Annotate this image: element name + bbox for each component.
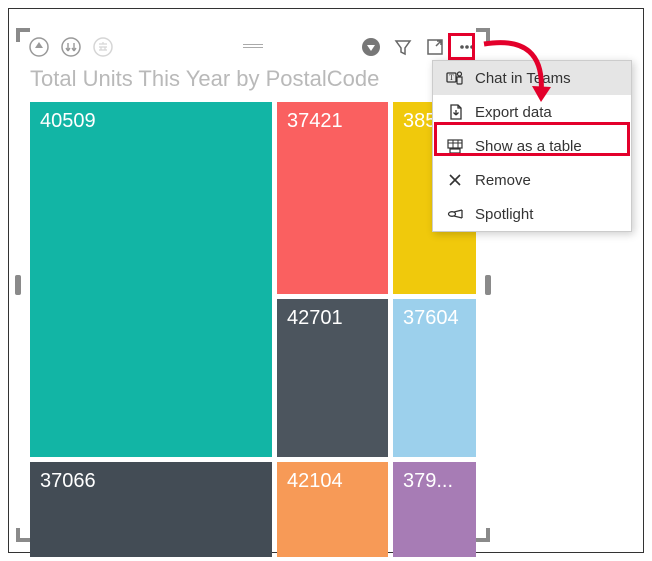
expand-next-level-icon[interactable] bbox=[90, 34, 116, 60]
drill-down-icon[interactable] bbox=[58, 34, 84, 60]
treemap-tile[interactable]: 42701 bbox=[277, 299, 388, 457]
treemap-tile[interactable]: 379... bbox=[393, 462, 476, 557]
menu-item-label: Chat in Teams bbox=[475, 70, 571, 87]
visual-container: Total Units This Year by PostalCode 4050… bbox=[18, 30, 488, 540]
resize-handle-ml[interactable] bbox=[15, 275, 21, 295]
resize-handle-bl[interactable] bbox=[16, 528, 30, 542]
menu-show-as-table[interactable]: Show as a table bbox=[433, 129, 631, 163]
treemap-tile[interactable]: 37604 bbox=[393, 299, 476, 457]
menu-item-label: Show as a table bbox=[475, 138, 582, 155]
spotlight-icon bbox=[445, 204, 465, 224]
export-icon bbox=[445, 102, 465, 122]
menu-chat-in-teams[interactable]: T Chat in Teams bbox=[433, 61, 631, 95]
chart-title: Total Units This Year by PostalCode bbox=[30, 66, 379, 92]
drill-up-icon[interactable] bbox=[26, 34, 52, 60]
menu-item-label: Remove bbox=[475, 172, 531, 189]
focus-mode-icon[interactable] bbox=[422, 34, 448, 60]
menu-item-label: Spotlight bbox=[475, 206, 533, 223]
treemap-tile[interactable]: 40509 bbox=[30, 102, 272, 457]
resize-handle-br[interactable] bbox=[476, 528, 490, 542]
treemap-tile[interactable]: 37421 bbox=[277, 102, 388, 294]
context-menu: T Chat in Teams Export data Show as a ta… bbox=[432, 60, 632, 232]
treemap-tile[interactable]: 37066 bbox=[30, 462, 272, 557]
menu-remove[interactable]: Remove bbox=[433, 163, 631, 197]
drag-handle-icon[interactable] bbox=[243, 44, 263, 50]
scroll-down-icon[interactable] bbox=[358, 34, 384, 60]
treemap-tile[interactable]: 42104 bbox=[277, 462, 388, 557]
treemap-chart[interactable]: 40509 37066 37421 38501 42701 37604 4210… bbox=[30, 102, 476, 557]
menu-spotlight[interactable]: Spotlight bbox=[433, 197, 631, 231]
menu-item-label: Export data bbox=[475, 104, 552, 121]
table-icon bbox=[445, 136, 465, 156]
remove-icon bbox=[445, 170, 465, 190]
resize-handle-mr[interactable] bbox=[485, 275, 491, 295]
svg-text:T: T bbox=[449, 73, 454, 82]
teams-icon: T bbox=[445, 68, 465, 88]
menu-export-data[interactable]: Export data bbox=[433, 95, 631, 129]
more-options-icon[interactable] bbox=[454, 34, 480, 60]
filter-icon[interactable] bbox=[390, 34, 416, 60]
